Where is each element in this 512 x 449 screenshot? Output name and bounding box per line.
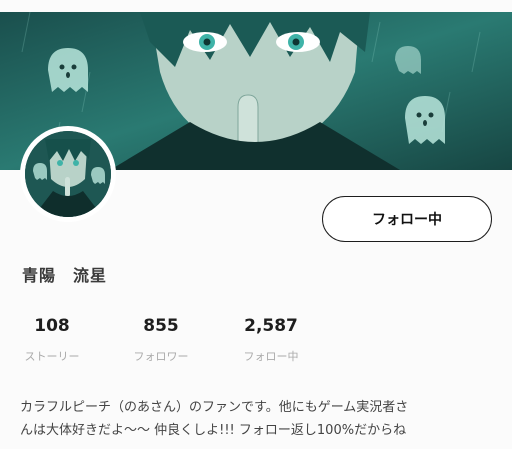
- stat-followers[interactable]: 855 フォロワー: [116, 316, 206, 364]
- stat-following[interactable]: 2,587 フォロー中: [226, 316, 316, 364]
- bio-line-1: カラフルピーチ（のあさん）のファンです。他にもゲーム実況者さ: [20, 400, 409, 415]
- stat-stories-label: ストーリー: [24, 350, 80, 363]
- stat-following-value: 2,587: [244, 316, 298, 336]
- stat-stories-value: 108: [34, 316, 70, 336]
- bio-line-2: んは大体好きだよ〜〜 仲良くしよ!!! フォロー返し100%だからね: [20, 423, 407, 438]
- avatar[interactable]: [20, 126, 116, 222]
- stat-following-label: フォロー中: [243, 350, 299, 363]
- stat-followers-label: フォロワー: [133, 350, 189, 363]
- profile-bio: カラフルピーチ（のあさん）のファンです。他にもゲーム実況者さ んは大体好きだよ〜…: [20, 396, 500, 442]
- stat-stories[interactable]: 108 ストーリー: [7, 316, 97, 364]
- following-button[interactable]: フォロー中: [322, 196, 492, 242]
- profile-name: 青陽 流星: [22, 266, 108, 285]
- profile-stats: 108 ストーリー 855 フォロワー 2,587 フォロー中: [0, 316, 512, 372]
- following-button-label: フォロー中: [372, 212, 442, 228]
- stat-followers-value: 855: [143, 316, 179, 336]
- profile-page: フォロー中 青陽 流星 108 ストーリー 855 フォロワー 2,587 フォ…: [0, 0, 512, 449]
